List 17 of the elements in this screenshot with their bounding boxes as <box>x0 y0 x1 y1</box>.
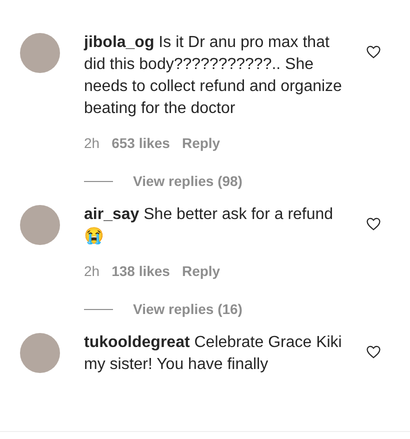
likes-count[interactable]: 138 likes <box>112 263 170 279</box>
view-replies-link[interactable]: View replies (98) <box>133 173 242 189</box>
view-replies-link[interactable]: View replies (16) <box>133 301 242 317</box>
comment-text: tukooldegreat Celebrate Grace Kiki my sister! You have finally <box>84 333 343 375</box>
reply-link[interactable]: Reply <box>182 135 220 151</box>
comment-text: air_say She better ask for a refund 😭 <box>84 205 334 247</box>
reply-link[interactable]: Reply <box>182 263 220 279</box>
username-link[interactable]: tukooldegreat <box>84 334 190 351</box>
username-link[interactable]: jibola_og <box>84 34 154 51</box>
likes-count[interactable]: 653 likes <box>112 135 170 151</box>
heart-icon[interactable] <box>366 45 381 59</box>
comment-text: jibola_og Is it Dr anu pro max that did this body???????????.. She needs to collect refund and organize beating for the doctor <box>84 33 343 119</box>
username-link[interactable]: air_say <box>84 206 140 223</box>
heart-icon[interactable] <box>366 217 381 231</box>
comment-time: 2h <box>84 135 100 151</box>
heart-icon[interactable] <box>366 345 381 359</box>
comment-time: 2h <box>84 263 100 279</box>
